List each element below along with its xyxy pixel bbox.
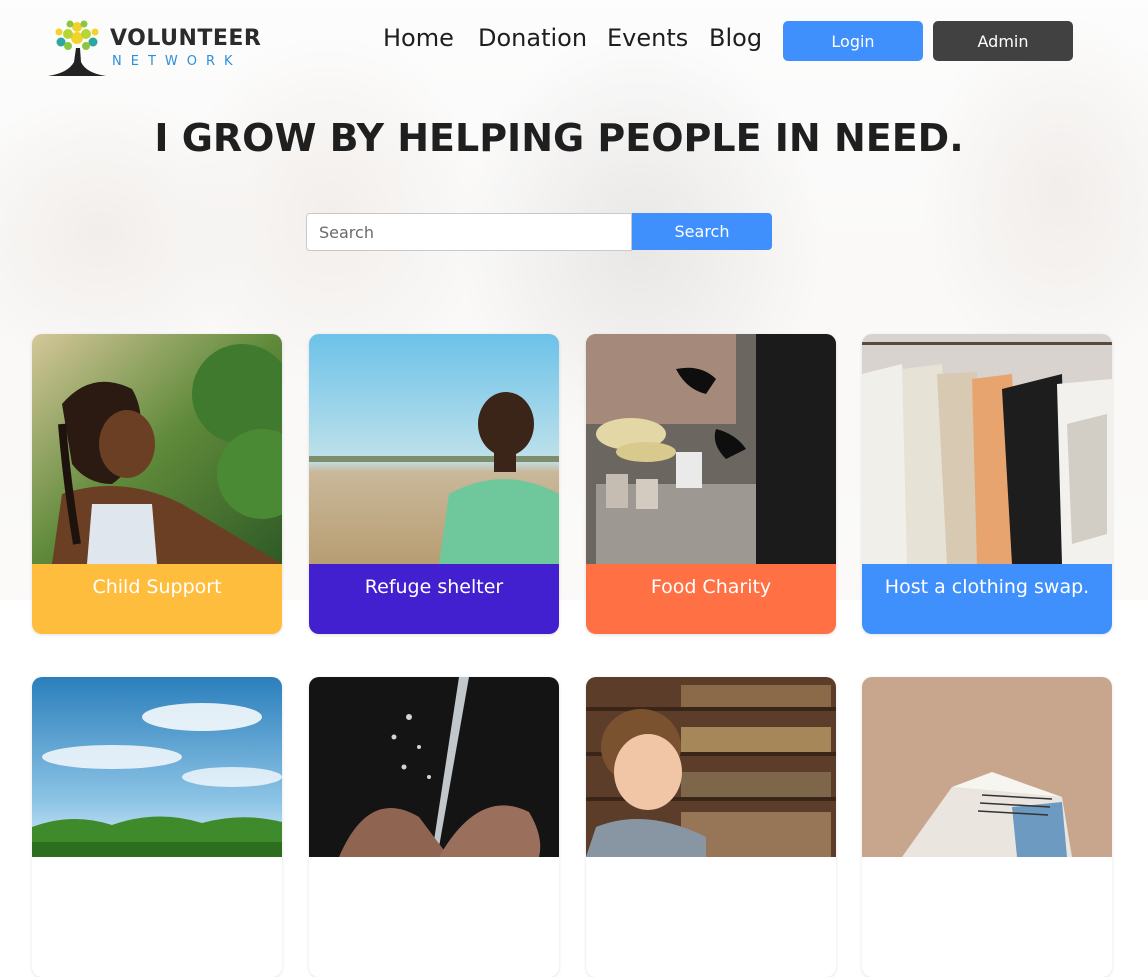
brand-logo[interactable]: VOLUNTEER NETWORK [46,18,261,80]
nav-donation[interactable]: Donation [478,24,587,52]
event-card-food-charity[interactable]: Food Charity [586,334,836,634]
open-book-photo [862,677,1112,857]
event-card-6[interactable] [309,677,559,977]
search-button[interactable]: Search [632,213,772,250]
sky-trees-photo [32,677,282,857]
event-card-child-support[interactable]: Child Support [32,334,282,634]
event-card-title: Child Support [32,564,282,634]
clothing-rack-photo [862,334,1112,564]
water-hands-photo [309,677,559,857]
event-card-clothing-swap[interactable]: Host a clothing swap. [862,334,1112,634]
brand-subtitle: NETWORK [112,54,242,69]
event-card-title: Refuge shelter [309,564,559,634]
search-bar: Search [306,213,772,251]
event-card-title: Food Charity [586,564,836,634]
nav-home[interactable]: Home [383,24,454,52]
hero-headline: I GROW BY HELPING PEOPLE IN NEED. [154,116,964,160]
search-input[interactable] [306,213,632,251]
nav-blog[interactable]: Blog [709,24,762,52]
food-table-photo [586,334,836,564]
brand-title: VOLUNTEER [110,26,262,51]
boy-in-field-photo [309,334,559,564]
event-card-8[interactable] [862,677,1112,977]
event-card-refuge-shelter[interactable]: Refuge shelter [309,334,559,634]
nav-events[interactable]: Events [607,24,688,52]
login-button[interactable]: Login [783,21,923,61]
event-card-5[interactable] [32,677,282,977]
event-card-title: Host a clothing swap. [862,564,1112,634]
event-card-7[interactable] [586,677,836,977]
boy-library-photo [586,677,836,857]
smiling-girl-photo [32,334,282,564]
admin-button[interactable]: Admin [933,21,1073,61]
tree-logo-icon [48,20,106,76]
